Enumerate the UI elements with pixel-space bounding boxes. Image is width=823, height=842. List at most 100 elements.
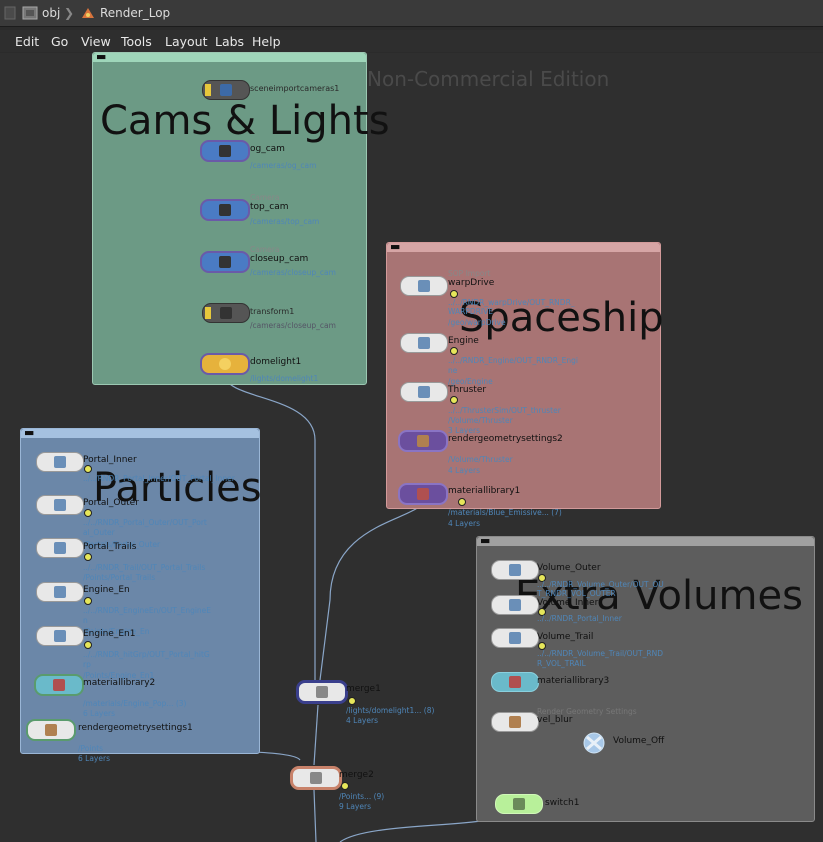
collapse-icon[interactable]: ▬ [390,241,400,252]
display-flag-icon[interactable] [84,597,92,605]
node-label: materiallibrary1 [448,486,521,496]
node-path: ../../RNDR_Portal_Inner/OUT_Portal_Inner [83,474,235,483]
display-flag-icon[interactable] [450,396,458,404]
node-merge2[interactable] [290,766,342,790]
node-layers: 6 Layers [83,709,115,718]
sop-import-icon [54,499,66,511]
node-path: /geo/warpDrive [448,318,506,327]
node-label: transform1 [250,307,295,316]
node-path: /Volume/Thruster [448,455,513,464]
node-volume-outer[interactable] [491,560,539,580]
collapse-icon[interactable]: ▬ [24,427,34,438]
node-vel-blur[interactable] [491,712,539,732]
node-label: switch1 [545,798,580,808]
node-label: merge2 [339,770,374,780]
node-thruster[interactable] [400,382,448,402]
display-flag-icon[interactable] [341,782,349,790]
sop-import-icon [509,564,521,576]
bypass-flag [205,307,211,319]
node-domelight1[interactable] [200,353,250,375]
node-path: /cameras/closeup_cam [250,268,336,277]
render-settings-icon [417,435,429,447]
volume-icon [583,732,605,754]
node-engine-en[interactable] [36,582,84,602]
switch-icon [513,798,525,810]
node-path: /Volume/Thruster [448,416,513,425]
node-merge1[interactable] [296,680,348,704]
node-materiallibrary3[interactable] [491,672,539,692]
camera-icon [219,145,231,157]
collapse-icon[interactable]: ▬ [96,51,106,62]
light-icon [219,358,231,370]
node-label: warpDrive [448,278,495,288]
node-type: Camera [250,193,280,202]
netbox-header: ▬ [477,535,814,546]
node-label: top_cam [250,202,289,212]
transform-icon [220,307,232,319]
node-label: rendergeometrysettings1 [78,723,193,733]
node-rendergeometrysettings2[interactable] [398,430,448,452]
display-flag-icon[interactable] [450,347,458,355]
node-portal-outer[interactable] [36,495,84,515]
render-settings-icon [45,724,57,736]
node-og-cam[interactable] [200,140,250,162]
netbox-header: ▬ [387,241,660,252]
node-transform1[interactable] [202,303,250,323]
display-flag-icon[interactable] [84,553,92,561]
node-label: materiallibrary3 [537,676,610,686]
node-volume-off[interactable] [579,729,609,757]
node-label: og_cam [250,144,285,154]
node-path: /lights/domelight1 [250,374,319,383]
display-flag-icon[interactable] [84,509,92,517]
node-path: /materials/Blue_Emissive... (7) [448,508,562,517]
sop-import-icon [418,337,430,349]
sop-import-icon [509,599,521,611]
display-flag-icon[interactable] [450,290,458,298]
node-path: ../../RNDR_Volume_Trail/OUT_RND [537,649,663,658]
scene-import-icon [220,84,232,96]
merge-icon [310,772,322,784]
collapse-icon[interactable]: ▬ [480,535,490,546]
node-volume-trail[interactable] [491,628,539,648]
node-path: ../../ThrusterSim/OUT_thruster [448,406,561,415]
node-label: Volume_Inner [537,598,599,608]
render-settings-icon [509,716,521,728]
node-layers: 4 Layers [448,519,480,528]
node-engine-en1[interactable] [36,626,84,646]
node-path: /Points... (9) [339,792,385,801]
node-label: Volume_Trail [537,632,594,642]
node-label: vel_blur [537,715,573,725]
display-flag-icon[interactable] [84,641,92,649]
node-rendergeometrysettings1[interactable] [26,719,76,741]
node-engine[interactable] [400,333,448,353]
node-portal-inner[interactable] [36,452,84,472]
node-path: ne [448,366,458,375]
node-label: merge1 [346,684,381,694]
node-materiallibrary1[interactable] [398,483,448,505]
sop-import-icon [54,586,66,598]
node-warpdrive[interactable] [400,276,448,296]
node-top-cam[interactable] [200,199,250,221]
sop-import-icon [509,632,521,644]
node-path: ../../RNDR_warpDrive/OUT_RNDR_ [448,298,575,307]
node-sceneimportcameras1[interactable] [202,80,250,100]
node-type: Camera [250,245,280,254]
node-label: Engine_En [83,585,130,595]
node-path: R_VOL_TRAIL [537,659,586,668]
node-portal-trails[interactable] [36,538,84,558]
node-path: n [83,616,88,625]
node-label: materiallibrary2 [83,678,156,688]
node-volume-inner[interactable] [491,595,539,615]
display-flag-icon[interactable] [348,697,356,705]
node-layers: 4 Layers [346,716,378,725]
node-label: Thruster [448,385,487,395]
node-materiallibrary2[interactable] [34,674,84,696]
node-label: Portal_Inner [83,455,137,465]
display-flag-icon[interactable] [84,465,92,473]
node-path: ../../RNDR_Volume_Outer/OUT_OU [537,580,664,589]
node-label: Portal_Trails [83,542,137,552]
node-layers: 6 Layers [78,754,110,763]
node-switch1[interactable] [495,794,543,814]
display-flag-icon[interactable] [458,498,466,506]
node-closeup-cam[interactable] [200,251,250,273]
